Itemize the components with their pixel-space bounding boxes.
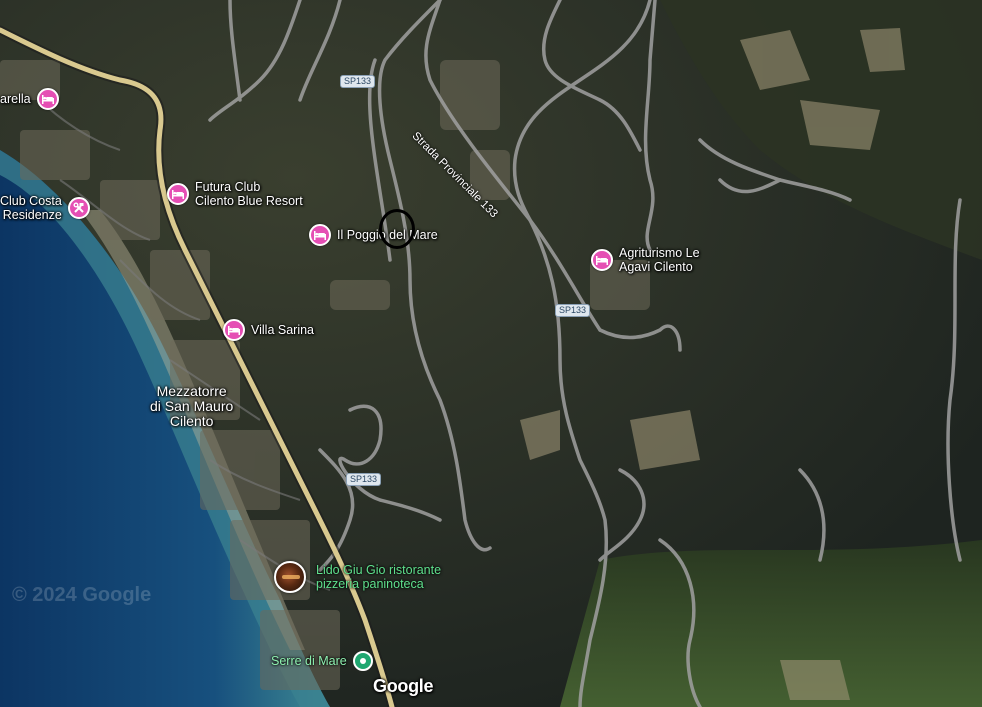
poi-lido-giu-gio[interactable]: Lido Giu Gio ristorante pizzeria paninot… bbox=[274, 561, 441, 593]
poi-label: Lido Giu Gio ristorante pizzeria paninot… bbox=[316, 563, 441, 591]
hotel-icon bbox=[223, 319, 245, 341]
town-label-line: Mezzatorre bbox=[156, 383, 227, 399]
poi-il-poggio-del-mare[interactable]: Il Poggio del Mare bbox=[309, 224, 438, 246]
map-canvas[interactable]: © 2024 Google SP133 SP133 SP133 Strada P… bbox=[0, 0, 982, 707]
poi-label-line: Agavi Cilento bbox=[619, 260, 693, 274]
restaurant-photo-icon bbox=[274, 561, 306, 593]
road-shield-sp133: SP133 bbox=[346, 473, 382, 486]
map-copyright: © 2024 Google bbox=[12, 584, 152, 606]
poi-label-line: Residenze bbox=[2, 208, 62, 222]
station-icon bbox=[352, 651, 373, 671]
road-shield-sp133: SP133 bbox=[555, 304, 591, 317]
poi-label-line: Cilento Blue Resort bbox=[195, 194, 303, 208]
poi-label: arella bbox=[0, 92, 31, 106]
poi-label: Serre di Mare bbox=[271, 654, 347, 668]
poi-villa-sarina[interactable]: Villa Sarina bbox=[223, 319, 314, 341]
poi-label: Agriturismo Le Agavi Cilento bbox=[619, 246, 700, 274]
road-shield-sp133: SP133 bbox=[340, 75, 376, 88]
hotel-icon bbox=[309, 224, 331, 246]
poi-arella[interactable]: arella bbox=[0, 88, 59, 110]
poi-label-line: Agriturismo Le bbox=[619, 246, 700, 260]
poi-club-costa[interactable]: Club Costa Residenze bbox=[0, 194, 90, 222]
town-label-line: di San Mauro bbox=[150, 398, 234, 414]
google-logo: Google bbox=[373, 676, 434, 696]
hotel-icon bbox=[591, 249, 613, 271]
poi-label: Villa Sarina bbox=[251, 323, 315, 337]
poi-serre-di-mare[interactable]: Serre di Mare bbox=[271, 651, 373, 671]
poi-label-line: Lido Giu Gio ristorante bbox=[316, 563, 442, 577]
poi-label-line: Club Costa bbox=[0, 194, 62, 208]
selection-circle bbox=[379, 209, 415, 249]
poi-label-line: pizzeria paninoteca bbox=[316, 577, 424, 591]
hotel-icon bbox=[167, 183, 189, 205]
poi-futura-club[interactable]: Futura Club Cilento Blue Resort bbox=[167, 180, 303, 208]
poi-label: Club Costa Residenze bbox=[0, 194, 62, 222]
poi-label-line: Futura Club bbox=[195, 180, 261, 194]
town-label-line: Cilento bbox=[169, 413, 214, 429]
town-label-mezzatorre[interactable]: Mezzatorre di San Mauro Cilento bbox=[150, 384, 233, 429]
tools-icon bbox=[67, 197, 90, 219]
poi-label: Futura Club Cilento Blue Resort bbox=[195, 180, 303, 208]
hotel-icon bbox=[36, 88, 59, 110]
poi-agriturismo-le-agavi[interactable]: Agriturismo Le Agavi Cilento bbox=[591, 246, 700, 274]
